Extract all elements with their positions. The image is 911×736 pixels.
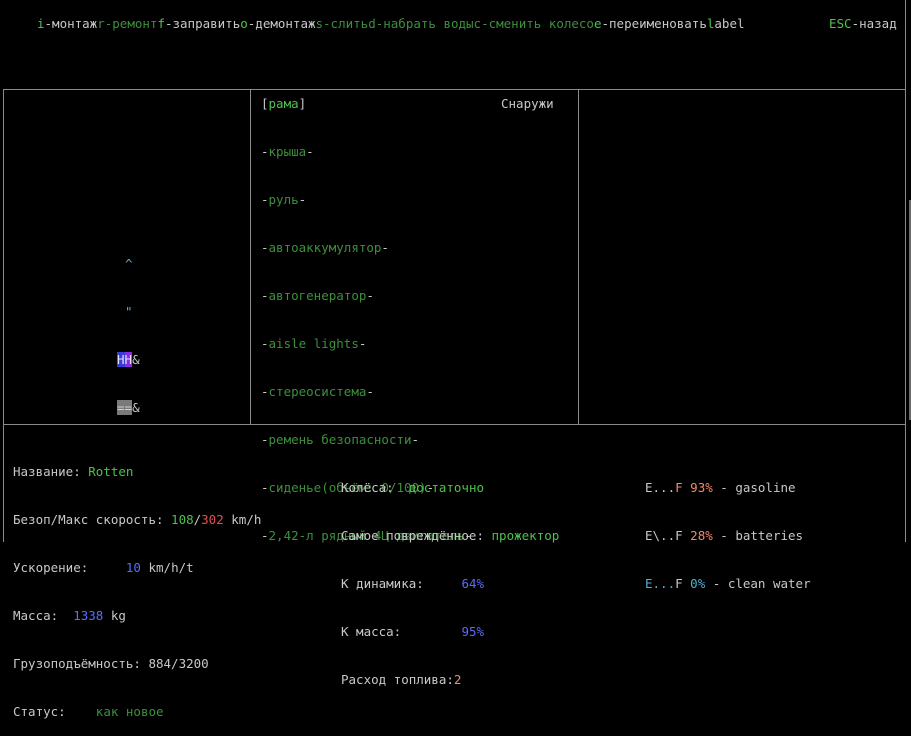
stat-name: Название: Rotten [13, 464, 134, 479]
key-rename[interactable]: e-переименовать [594, 16, 707, 31]
map-row-2: " [125, 304, 133, 319]
stat-cargo: Грузоподъёмность: 884/3200 [13, 656, 209, 671]
key-install[interactable]: i-монтаж [37, 16, 97, 31]
stat-wheels: Колёса: достаточно [341, 480, 485, 495]
list-item[interactable]: -крыша- [261, 144, 472, 160]
parts-header: [рама] [261, 96, 307, 111]
map-tile-selected[interactable]: H [117, 352, 125, 367]
stat-k-dynamics: К динамика: 64% [341, 576, 485, 591]
location-label: Снаружи [501, 96, 554, 111]
list-item[interactable]: -стереосистема- [261, 384, 472, 400]
list-item[interactable]: -aisle lights- [261, 336, 472, 352]
map-tile[interactable]: H [124, 352, 133, 367]
key-drain[interactable]: s-слить [316, 16, 369, 31]
stat-accel: Ускорение: 10 km/h/t [13, 560, 194, 575]
description-panel [578, 89, 906, 425]
stat-speed: Безоп/Макс скорость: 108/302 km/h [13, 512, 262, 527]
key-repair[interactable]: r-ремонт [97, 16, 157, 31]
key-label[interactable]: label [707, 16, 745, 31]
stats-col-2: Колёса: достаточно Самое повреждённое: п… [341, 448, 559, 704]
key-siphon[interactable]: d-набрать водыс-сменить колесо [368, 16, 594, 31]
map-row-3: HH& [117, 352, 140, 367]
selected-part[interactable]: рама [269, 96, 299, 111]
keybar: i-монтажr-ремонтf-заправитьo-демонтажs-с… [37, 16, 745, 32]
map-tile[interactable]: = [117, 400, 125, 415]
keybar-frame [3, 0, 906, 90]
list-item[interactable]: -автоаккумулятор- [261, 240, 472, 256]
vehicle-map[interactable]: ^ " HH& ==& [117, 224, 140, 432]
stats-col-1: Название: Rotten Безоп/Макс скорость: 10… [13, 432, 261, 736]
fuel-gauge-clean-water: E...F 0% - clean water [645, 576, 811, 591]
stat-k-mass: К масса: 95% [341, 624, 485, 639]
map-tile[interactable]: = [124, 400, 133, 415]
map-row-1: ^ [125, 256, 133, 271]
list-item[interactable]: -руль- [261, 192, 472, 208]
stat-status: Статус: как новое [13, 704, 164, 719]
stat-mass: Масса: 1338 kg [13, 608, 126, 623]
fuel-gauge-gasoline: E...F 93% - gasoline [645, 480, 796, 495]
key-refill[interactable]: f-заправить [157, 16, 240, 31]
list-item[interactable]: -ремень безопасности- [261, 432, 472, 448]
map-row-4: ==& [117, 400, 140, 415]
list-item[interactable]: -автогенератор- [261, 288, 472, 304]
key-remove[interactable]: o-демонтаж [240, 16, 315, 31]
back-key[interactable]: ESC-назад [829, 16, 897, 32]
stat-fuel-usage: Расход топлива:2 [341, 672, 462, 687]
fuel-gauges: E...F 93% - gasoline E\..F 28% - batteri… [645, 448, 811, 608]
